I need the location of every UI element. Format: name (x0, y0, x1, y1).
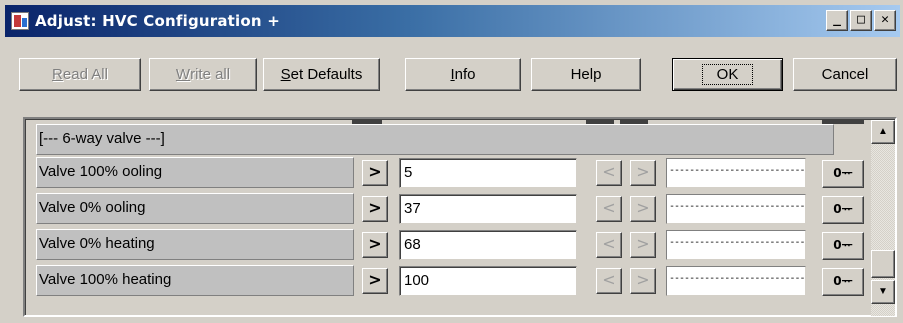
key-icon[interactable]: 0ᅲ (822, 268, 864, 296)
vertical-scrollbar[interactable]: ▲ ▼ (871, 120, 895, 316)
decrement-button[interactable]: < (596, 196, 622, 222)
ok-label: OK (701, 64, 754, 85)
adjust-window: Adjust: HVC Configuration + _ □ ✕ Read A… (0, 0, 903, 323)
list-item: Valve 100% ooling > 5 < > --------------… (36, 156, 896, 189)
property-panel: [--- 6-way valve ---] Valve 100% ooling … (23, 117, 897, 317)
window-title: Adjust: HVC Configuration + (35, 12, 280, 30)
increment-button[interactable]: > (630, 196, 656, 222)
maximize-button[interactable]: □ (850, 10, 872, 31)
info-label: nfo (454, 66, 476, 83)
list-item: Valve 0% heating > 68 < > --------------… (36, 228, 896, 261)
decrement-button[interactable]: < (596, 160, 622, 186)
list-item: Valve 100% heating > 100 < > -----------… (36, 264, 896, 297)
set-defaults-mnemonic: S (280, 66, 291, 83)
parameter-label: Valve 100% ooling (36, 157, 354, 188)
send-button[interactable]: > (362, 196, 388, 222)
key-icon[interactable]: 0ᅲ (822, 160, 864, 188)
parameter-label: Valve 0% heating (36, 229, 354, 260)
increment-button[interactable]: > (630, 268, 656, 294)
read-all-button[interactable]: Read All (19, 58, 141, 91)
write-all-label: rite all (190, 66, 231, 83)
scroll-up-icon[interactable]: ▲ (871, 120, 895, 144)
help-label: Help (570, 66, 602, 83)
value-input[interactable]: 37 (399, 194, 577, 224)
minimize-button[interactable]: _ (826, 10, 848, 31)
readback-field: ------------------------------ (666, 266, 806, 296)
write-all-button[interactable]: Write all (149, 58, 257, 91)
decrement-button[interactable]: < (596, 232, 622, 258)
scroll-thumb[interactable] (871, 250, 895, 278)
key-icon[interactable]: 0ᅲ (822, 196, 864, 224)
set-defaults-label: et Defaults (290, 66, 363, 83)
cancel-button[interactable]: Cancel (793, 58, 897, 91)
send-button[interactable]: > (362, 232, 388, 258)
close-button[interactable]: ✕ (874, 10, 896, 31)
value-input[interactable]: 5 (399, 158, 577, 188)
help-button[interactable]: Help (531, 58, 641, 91)
readback-field: ------------------------------ (666, 230, 806, 260)
ok-button[interactable]: OK (672, 58, 783, 91)
send-button[interactable]: > (362, 160, 388, 186)
section-header: [--- 6-way valve ---] (36, 124, 834, 155)
set-defaults-button[interactable]: Set Defaults (263, 58, 380, 91)
increment-button[interactable]: > (630, 160, 656, 186)
decrement-button[interactable]: < (596, 268, 622, 294)
value-input[interactable]: 100 (399, 266, 577, 296)
list-item: Valve 0% ooling > 37 < > ---------------… (36, 192, 896, 225)
parameter-label: Valve 0% ooling (36, 193, 354, 224)
key-icon[interactable]: 0ᅲ (822, 232, 864, 260)
readback-field: ------------------------------ (666, 194, 806, 224)
app-icon (11, 12, 29, 30)
property-list: [--- 6-way valve ---] Valve 100% ooling … (25, 119, 896, 316)
value-input[interactable]: 68 (399, 230, 577, 260)
title-bar[interactable]: Adjust: HVC Configuration + _ □ ✕ (5, 5, 900, 37)
parameter-label: Valve 100% heating (36, 265, 354, 296)
info-button[interactable]: Info (405, 58, 521, 91)
caption-buttons: _ □ ✕ (826, 10, 896, 31)
scroll-down-icon[interactable]: ▼ (871, 280, 895, 304)
readback-field: ------------------------------ (666, 158, 806, 188)
increment-button[interactable]: > (630, 232, 656, 258)
read-all-mnemonic: R (52, 66, 63, 83)
send-button[interactable]: > (362, 268, 388, 294)
cancel-label: Cancel (821, 66, 869, 83)
read-all-label: ead All (62, 66, 108, 83)
write-all-mnemonic: W (175, 66, 191, 83)
